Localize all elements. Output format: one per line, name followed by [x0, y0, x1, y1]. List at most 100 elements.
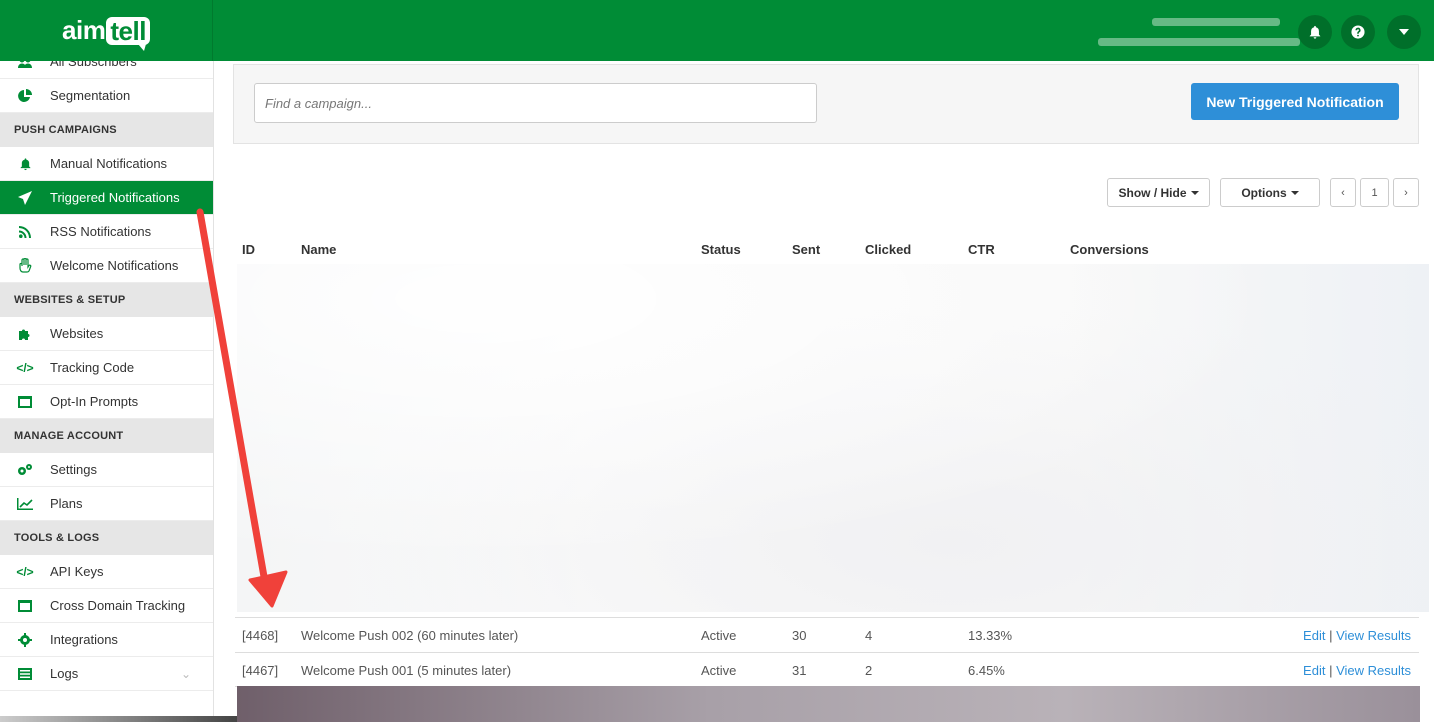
question-icon	[1351, 25, 1365, 39]
sidebar-item-triggered-notifications[interactable]: Triggered Notifications	[0, 181, 213, 215]
column-header-name[interactable]: Name	[301, 242, 336, 257]
chevron-down-icon: ⌄	[180, 666, 191, 681]
code-icon: </>	[16, 564, 34, 579]
pagination-prev[interactable]: ‹	[1330, 178, 1356, 207]
sidebar-item-logs[interactable]: Logs ⌄	[0, 657, 213, 691]
search-input[interactable]	[254, 83, 817, 123]
account-dropdown-button[interactable]	[1387, 15, 1421, 49]
sidebar-item-label: Plans	[50, 496, 83, 511]
sidebar-item-label: Triggered Notifications	[50, 190, 180, 205]
bell-icon	[16, 156, 34, 172]
sidebar-item-label: API Keys	[50, 564, 104, 579]
sidebar-item-label: Logs	[50, 666, 79, 681]
link-separator: |	[1329, 628, 1333, 643]
sidebar-item-label: Welcome Notifications	[50, 258, 179, 273]
section-heading-websites-setup: WEBSITES & SETUP	[0, 283, 213, 317]
puzzle-icon	[16, 326, 34, 342]
list-icon	[16, 666, 34, 682]
pie-chart-icon	[16, 88, 34, 104]
cell-ctr: 13.33%	[968, 628, 1013, 643]
sidebar-item-api-keys[interactable]: </> API Keys	[0, 555, 213, 589]
options-button[interactable]: Options	[1220, 178, 1320, 207]
options-label: Options	[1241, 185, 1287, 200]
notifications-button[interactable]	[1298, 15, 1332, 49]
caret-down-icon	[1290, 190, 1299, 195]
column-header-id[interactable]: ID	[242, 242, 255, 257]
cell-ctr: 6.45%	[968, 663, 1005, 678]
sidebar-item-label: RSS Notifications	[50, 224, 152, 239]
sidebar-item-integrations[interactable]: Integrations	[0, 623, 213, 657]
sidebar-item-label: Integrations	[50, 632, 118, 647]
sidebar-item-manual-notifications[interactable]: Manual Notifications	[0, 147, 213, 181]
sidebar-item-opt-in-prompts[interactable]: Opt-In Prompts	[0, 385, 213, 419]
edit-link[interactable]: Edit	[1303, 663, 1325, 678]
gears-icon	[16, 462, 34, 478]
help-button[interactable]	[1341, 15, 1375, 49]
blurred-user-name	[1152, 18, 1280, 26]
sidebar-item-label: Settings	[50, 462, 97, 477]
window-bottom-edge	[0, 716, 237, 722]
show-hide-button[interactable]: Show / Hide	[1107, 178, 1210, 207]
caret-down-icon	[1190, 190, 1199, 195]
view-results-link[interactable]: View Results	[1336, 628, 1411, 643]
edit-link[interactable]: Edit	[1303, 628, 1325, 643]
sidebar-item-settings[interactable]: Settings	[0, 453, 213, 487]
sidebar-item-label: Tracking Code	[50, 360, 135, 375]
cell-id: [4467]	[242, 663, 279, 678]
pagination-next[interactable]: ›	[1393, 178, 1419, 207]
show-hide-label: Show / Hide	[1118, 185, 1187, 200]
sidebar-item-label: Segmentation	[50, 88, 131, 103]
blurred-table-rows	[237, 264, 1429, 612]
users-icon	[16, 61, 34, 71]
line-chart-icon	[16, 496, 34, 512]
cell-clicked: 4	[865, 628, 873, 643]
sidebar-item-plans[interactable]: Plans	[0, 487, 213, 521]
sidebar-item-segmentation[interactable]: Segmentation	[0, 79, 213, 113]
cell-name: Welcome Push 002 (60 minutes later)	[301, 628, 519, 643]
pagination-page-1[interactable]: 1	[1360, 178, 1389, 207]
section-heading-manage-account: MANAGE ACCOUNT	[0, 419, 213, 453]
sidebar-item-label: Cross Domain Tracking	[50, 598, 186, 613]
table-row: [4467] Welcome Push 001 (5 minutes later…	[235, 652, 1419, 687]
window-icon	[16, 394, 34, 410]
table-row: [4468] Welcome Push 002 (60 minutes late…	[235, 617, 1419, 652]
top-bar: aim tell	[0, 0, 1434, 61]
sidebar-item-tracking-code[interactable]: </> Tracking Code	[0, 351, 213, 385]
sidebar-item-rss-notifications[interactable]: RSS Notifications	[0, 215, 213, 249]
cell-name: Welcome Push 001 (5 minutes later)	[301, 663, 512, 678]
bell-icon	[1309, 25, 1321, 39]
sidebar-item-label: All Subscribers	[50, 61, 137, 69]
sidebar-item-label: Websites	[50, 326, 104, 341]
cell-status: Active	[701, 628, 737, 643]
caret-down-icon	[1399, 29, 1409, 35]
column-header-status[interactable]: Status	[701, 242, 741, 257]
paper-plane-icon	[16, 190, 34, 206]
logo-text-aim: aim	[62, 15, 106, 45]
sidebar-item-cross-domain-tracking[interactable]: Cross Domain Tracking	[0, 589, 213, 623]
blurred-background-strip	[237, 686, 1420, 722]
column-header-ctr[interactable]: CTR	[968, 242, 995, 257]
logo-text-tell: tell	[106, 16, 150, 51]
sidebar-item-websites[interactable]: Websites	[0, 317, 213, 351]
section-heading-push-campaigns: PUSH CAMPAIGNS	[0, 113, 213, 147]
sidebar-item-label: Opt-In Prompts	[50, 394, 139, 409]
gear-icon	[16, 632, 34, 648]
blurred-user-email	[1098, 38, 1300, 46]
window-icon	[16, 598, 34, 614]
column-header-sent[interactable]: Sent	[792, 242, 820, 257]
sidebar: All Subscribers Segmentation PUSH CAMPAI…	[0, 61, 214, 722]
code-icon: </>	[16, 360, 34, 375]
cell-status: Active	[701, 663, 737, 678]
column-header-clicked[interactable]: Clicked	[865, 242, 911, 257]
rss-icon	[16, 224, 34, 240]
new-triggered-notification-button[interactable]: New Triggered Notification	[1191, 83, 1399, 120]
cell-clicked: 2	[865, 663, 873, 678]
sidebar-item-label: Manual Notifications	[50, 156, 168, 171]
view-results-link[interactable]: View Results	[1336, 663, 1411, 678]
cell-sent: 31	[792, 663, 807, 678]
logo[interactable]: aim tell	[0, 0, 213, 61]
search-panel: New Triggered Notification	[233, 64, 1419, 144]
sidebar-item-welcome-notifications[interactable]: Welcome Notifications	[0, 249, 213, 283]
column-header-conversions[interactable]: Conversions	[1070, 242, 1149, 257]
sidebar-item-all-subscribers[interactable]: All Subscribers	[0, 61, 213, 79]
